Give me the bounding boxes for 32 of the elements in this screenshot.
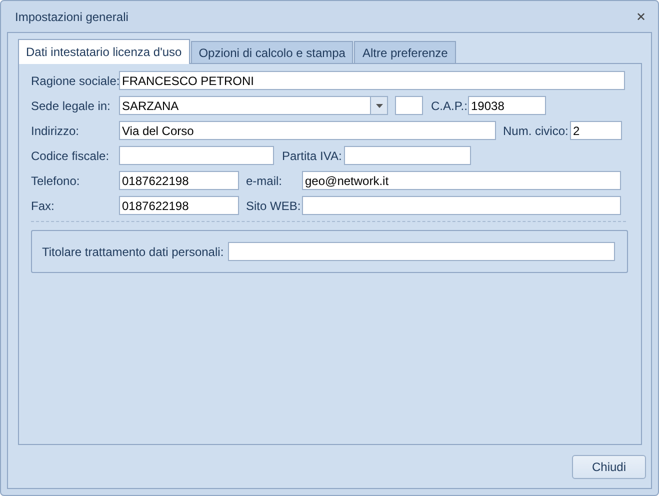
- tab[interactable]: Altre preferenze: [354, 41, 456, 63]
- input-field[interactable]: 19038: [468, 96, 546, 115]
- input-field[interactable]: 0187622198: [119, 196, 239, 215]
- input-field[interactable]: SARZANA: [120, 97, 370, 114]
- input-field[interactable]: [302, 196, 621, 215]
- input-field[interactable]: Via del Corso: [119, 121, 496, 140]
- input-field[interactable]: geo@network.it: [302, 171, 621, 190]
- close-button[interactable]: ✕: [634, 10, 648, 24]
- window-title: Impostazioni generali: [15, 10, 128, 24]
- input-field[interactable]: [395, 96, 423, 115]
- field-label: Sito WEB:: [246, 198, 302, 212]
- field-label: Fax:: [31, 198, 56, 212]
- input-field[interactable]: 0187622198: [119, 171, 239, 190]
- input-field[interactable]: [228, 242, 615, 261]
- field-label: Titolare trattamento dati personali:: [42, 244, 225, 258]
- field-label: Ragione sociale:: [31, 74, 119, 88]
- input-field[interactable]: [119, 146, 274, 165]
- tab[interactable]: Dati intestatario licenza d'uso: [18, 39, 190, 64]
- field-label: Codice fiscale:: [31, 148, 110, 162]
- field-label: Sede legale in:: [31, 98, 112, 112]
- tab[interactable]: Opzioni di calcolo e stampa: [190, 41, 354, 63]
- field-label: C.A.P.:: [431, 98, 468, 112]
- field-label: Indirizzo:: [31, 124, 80, 138]
- field-label: Num. civico:: [503, 124, 570, 138]
- dropdown-field[interactable]: SARZANA: [119, 96, 388, 115]
- close-dialog-button[interactable]: Chiudi: [572, 454, 646, 478]
- input-field[interactable]: 2: [570, 121, 622, 140]
- input-field[interactable]: [344, 146, 471, 165]
- field-label: Telefono:: [31, 174, 81, 188]
- field-label: e-mail:: [246, 174, 284, 188]
- input-field[interactable]: FRANCESCO PETRONI: [119, 71, 625, 90]
- field-label: Partita IVA:: [282, 148, 343, 162]
